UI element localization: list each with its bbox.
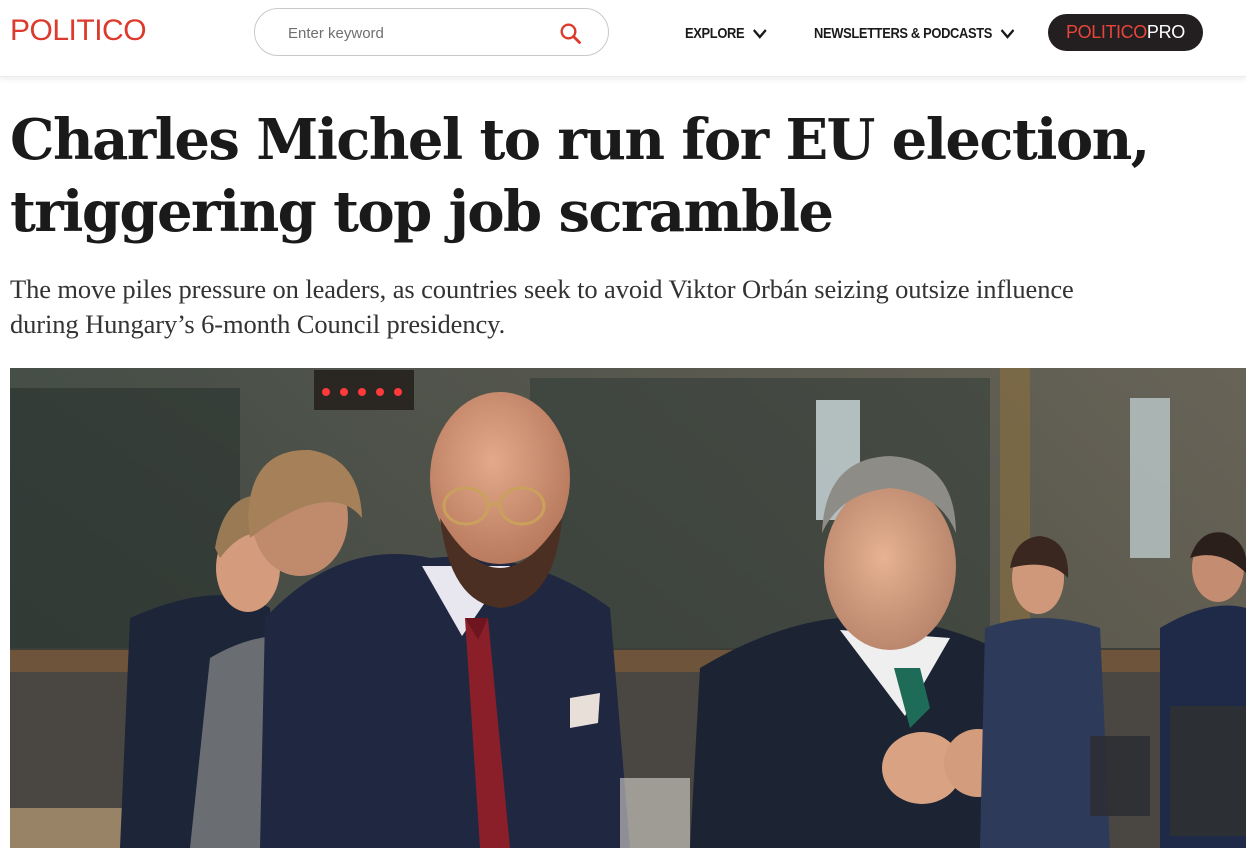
article-headline: Charles Michel to run for EU election, t… bbox=[10, 107, 1150, 245]
article-dek: The move piles pressure on leaders, as c… bbox=[10, 274, 1074, 339]
article-lead-photo bbox=[10, 368, 1246, 848]
nav-explore-label: EXPLORE bbox=[685, 25, 745, 42]
search-icon[interactable] bbox=[558, 21, 584, 47]
nav-newsletters-label: NEWSLETTERS & PODCASTS bbox=[814, 25, 993, 42]
politico-logo[interactable]: POLITICO bbox=[10, 14, 147, 48]
search-input[interactable] bbox=[286, 21, 560, 45]
chevron-down-icon bbox=[1000, 29, 1015, 39]
nav-newsletters-podcasts[interactable]: NEWSLETTERS & PODCASTS bbox=[814, 22, 1015, 46]
chevron-down-icon bbox=[752, 29, 767, 39]
politico-pro-button[interactable]: POLITICO PRO bbox=[1048, 14, 1203, 51]
site-header: POLITICO EXPLORE NEWSLETTERS & PODCASTS … bbox=[0, 0, 1246, 77]
pro-button-brand: POLITICO bbox=[1066, 22, 1147, 42]
pro-button-pro: PRO bbox=[1146, 22, 1185, 42]
nav-explore[interactable]: EXPLORE bbox=[685, 22, 767, 46]
search-box bbox=[254, 8, 609, 56]
